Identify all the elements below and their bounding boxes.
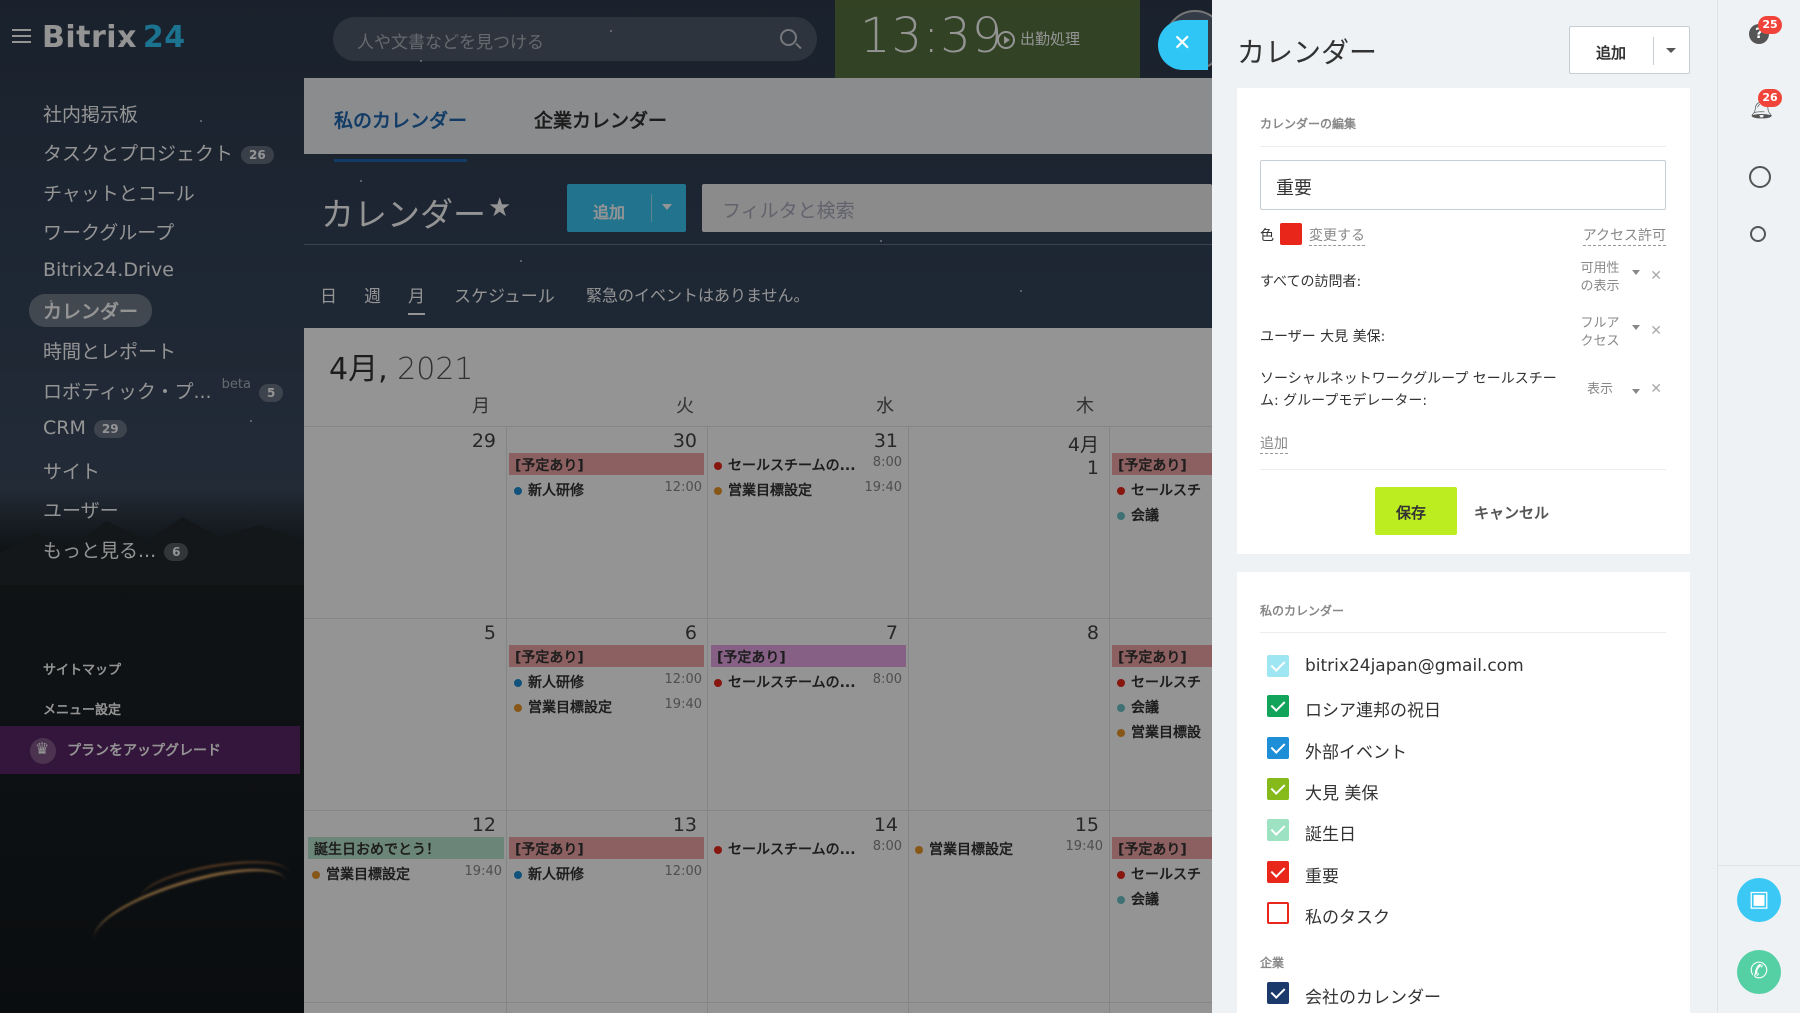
access-row: すべての訪問者: 可用性 の表示 ✕ [1260,260,1662,296]
phone-icon: ✆ [1749,959,1769,984]
checkbox[interactable] [1267,861,1289,883]
panel-title: カレンダー [1237,36,1378,69]
right-rail: ? 25 🔔︎ 26 ▣ ✆ [1717,0,1800,1013]
messages-button[interactable] [1740,158,1778,196]
search-button[interactable] [1740,218,1778,256]
checkbox[interactable] [1267,737,1289,759]
color-label: 色 [1260,228,1274,244]
call-button[interactable]: ✆ [1737,950,1781,994]
add-access-link[interactable]: 追加 [1260,433,1288,454]
remove-icon[interactable]: ✕ [1650,381,1662,397]
access-level-select[interactable]: フルア クセス [1574,315,1626,351]
chevron-down-icon[interactable] [1666,48,1676,53]
notifications-badge: 26 [1758,89,1782,107]
section-title: カレンダーの編集 [1260,117,1357,131]
chevron-down-icon[interactable] [1632,270,1640,275]
save-button[interactable]: 保存 [1375,487,1457,535]
calendar-settings-panel: カレンダー 追加 カレンダーの編集 重要 色 変更する アクセス許可 すべての訪… [1212,0,1717,1013]
access-level-select[interactable]: 可用性 の表示 [1574,260,1626,296]
chat-icon [1749,166,1771,188]
checkbox[interactable] [1267,982,1289,1004]
calendar-edit-card: カレンダーの編集 重要 色 変更する アクセス許可 すべての訪問者: 可用性 の表… [1237,88,1690,554]
access-row: ユーザー 大見 美保: フルア クセス ✕ [1260,315,1662,351]
change-color-link[interactable]: 変更する [1309,225,1365,246]
panel-add-button[interactable]: 追加 [1569,26,1690,74]
access-permission-link[interactable]: アクセス許可 [1582,225,1666,246]
section-title: 私のカレンダー [1260,604,1345,618]
calendar-name-input[interactable]: 重要 [1260,160,1666,210]
color-swatch[interactable] [1280,223,1302,245]
my-calendars-card: 私のカレンダー bitrix24japan@gmail.com ロシア連邦の祝日… [1237,572,1690,1013]
device-icon: ▣ [1748,887,1770,912]
help-badge: 25 [1758,16,1782,34]
remove-icon[interactable]: ✕ [1650,268,1662,284]
access-row: ソーシャルネットワークグループ セールスチーム: グループモデレーター: 表示 … [1260,371,1662,409]
chevron-down-icon[interactable] [1632,389,1640,394]
checkbox[interactable] [1267,819,1289,841]
overlay-dim[interactable] [0,0,1212,1013]
checkbox[interactable] [1267,778,1289,800]
close-slider-button[interactable] [1158,20,1208,70]
checkbox[interactable] [1267,902,1289,924]
group-label: 企業 [1260,956,1285,970]
remove-icon[interactable]: ✕ [1650,323,1662,339]
access-level-select[interactable]: 表示 [1574,381,1626,399]
search-icon [1750,226,1766,242]
checkbox[interactable] [1267,695,1289,717]
checkbox[interactable] [1267,655,1289,677]
screen-share-button[interactable]: ▣ [1737,878,1781,922]
cancel-button[interactable]: キャンセル [1474,502,1549,523]
chevron-down-icon[interactable] [1632,325,1640,330]
